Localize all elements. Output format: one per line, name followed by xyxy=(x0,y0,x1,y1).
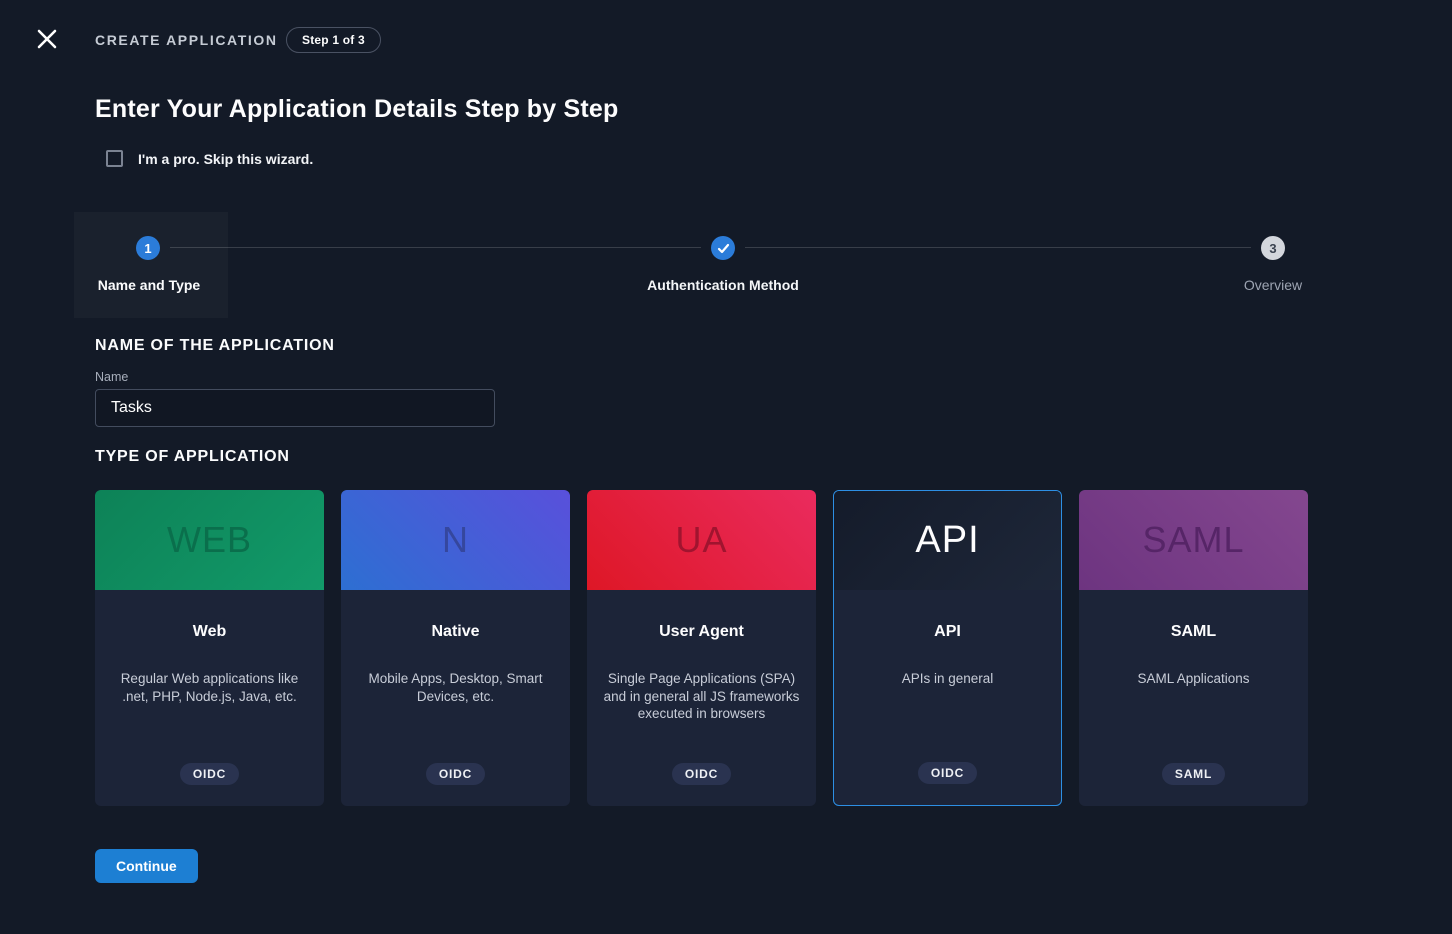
card-description: Regular Web applications like .net, PHP,… xyxy=(95,670,324,705)
skip-wizard-row[interactable]: I'm a pro. Skip this wizard. xyxy=(106,150,313,167)
step-number: 3 xyxy=(1269,241,1276,256)
card-title: API xyxy=(834,623,1061,641)
application-name-input[interactable] xyxy=(95,389,495,427)
card-title: Native xyxy=(341,623,570,641)
name-section-heading: NAME OF THE APPLICATION xyxy=(95,337,335,355)
wizard-title: CREATE APPLICATION xyxy=(95,32,278,48)
close-button[interactable] xyxy=(36,28,58,50)
application-type-cards: WEB Web Regular Web applications like .n… xyxy=(95,490,1308,806)
stepper-connector-line xyxy=(170,247,701,248)
page-title: Enter Your Application Details Step by S… xyxy=(95,95,619,124)
check-icon xyxy=(717,242,730,255)
stepper-current-step-highlight xyxy=(74,212,228,318)
card-description: Single Page Applications (SPA) and in ge… xyxy=(587,670,816,723)
skip-wizard-label: I'm a pro. Skip this wizard. xyxy=(138,151,313,167)
card-user-agent[interactable]: UA User Agent Single Page Applications (… xyxy=(587,490,816,806)
stepper-label-name-and-type: Name and Type xyxy=(98,277,200,293)
protocol-badge: OIDC xyxy=(426,763,485,785)
card-api-selected[interactable]: API API APIs in general OIDC xyxy=(833,490,1062,806)
card-saml-banner: SAML xyxy=(1079,490,1308,590)
name-field-label: Name xyxy=(95,370,128,384)
stepper-circle-name-and-type[interactable]: 1 xyxy=(136,236,160,260)
stepper-label-overview: Overview xyxy=(1244,277,1302,293)
card-api-banner: API xyxy=(834,491,1061,590)
card-saml[interactable]: SAML SAML SAML Applications SAML xyxy=(1079,490,1308,806)
protocol-badge: OIDC xyxy=(672,763,731,785)
card-user-agent-banner: UA xyxy=(587,490,816,590)
card-native[interactable]: N Native Mobile Apps, Desktop, Smart Dev… xyxy=(341,490,570,806)
card-description: Mobile Apps, Desktop, Smart Devices, etc… xyxy=(341,670,570,705)
stepper-connector-line xyxy=(745,247,1251,248)
card-title: SAML xyxy=(1079,623,1308,641)
card-title: User Agent xyxy=(587,623,816,641)
stepper-circle-authentication-method[interactable] xyxy=(711,236,735,260)
card-web[interactable]: WEB Web Regular Web applications like .n… xyxy=(95,490,324,806)
step-number: 1 xyxy=(144,241,151,256)
type-section-heading: TYPE OF APPLICATION xyxy=(95,448,290,466)
close-icon xyxy=(36,28,58,50)
protocol-badge: OIDC xyxy=(180,763,239,785)
protocol-badge: OIDC xyxy=(918,762,977,784)
card-title: Web xyxy=(95,623,324,641)
stepper-label-authentication-method: Authentication Method xyxy=(647,277,799,293)
protocol-badge: SAML xyxy=(1162,763,1225,785)
continue-button[interactable]: Continue xyxy=(95,849,198,883)
skip-wizard-checkbox[interactable] xyxy=(106,150,123,167)
step-badge: Step 1 of 3 xyxy=(286,27,381,53)
card-description: SAML Applications xyxy=(1079,670,1308,688)
card-description: APIs in general xyxy=(834,670,1061,688)
stepper-circle-overview[interactable]: 3 xyxy=(1261,236,1285,260)
card-native-banner: N xyxy=(341,490,570,590)
card-web-banner: WEB xyxy=(95,490,324,590)
